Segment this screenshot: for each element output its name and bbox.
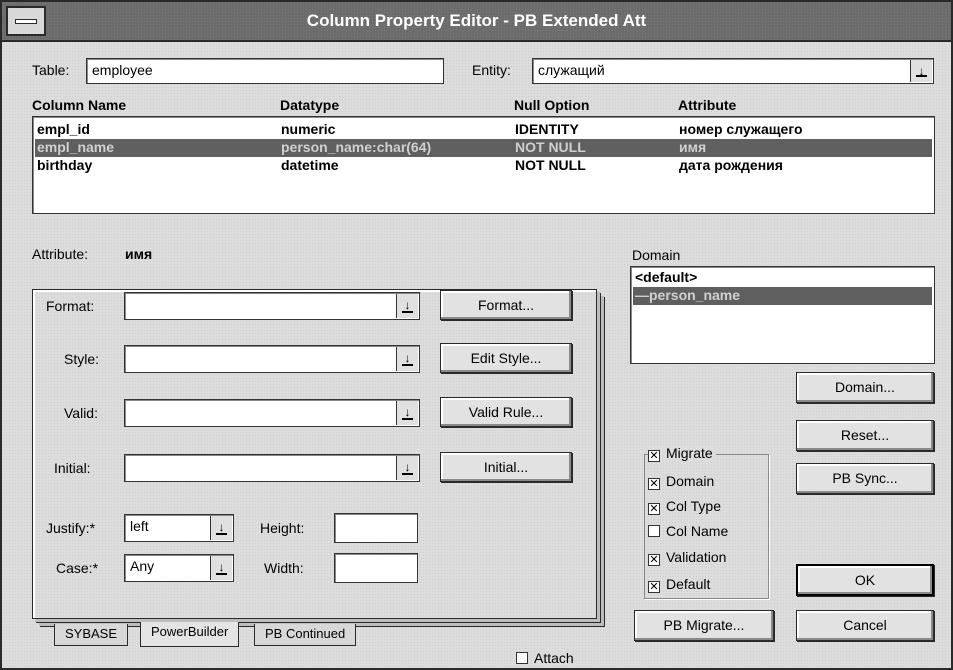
format-label: Format: [46, 298, 95, 314]
table-row-selected[interactable]: empl_name person_name:char(64) NOT NULL … [35, 139, 932, 157]
header-column-name[interactable]: Column Name [32, 97, 126, 113]
case-label: Case:* [56, 560, 99, 576]
attach-checkbox[interactable]: Attach [516, 650, 574, 666]
domain-list[interactable]: <default> —person_name [630, 266, 935, 364]
domain-label: Domain [632, 247, 681, 263]
domain-button[interactable]: Domain... [796, 372, 934, 403]
checkbox-checked-icon: ✕ [648, 503, 660, 515]
height-input[interactable] [334, 513, 418, 543]
dialog-window: Column Property Editor - PB Extended Att… [0, 0, 953, 670]
title-bar[interactable]: Column Property Editor - PB Extended Att [2, 2, 951, 42]
checkbox-checked-icon: ✕ [648, 581, 660, 593]
tab-sybase[interactable]: SYBASE [54, 624, 129, 646]
cell-column-name: empl_name [37, 139, 115, 155]
header-datatype[interactable]: Datatype [280, 97, 339, 113]
window-title: Column Property Editor - PB Extended Att [306, 11, 647, 30]
entity-label: Entity: [472, 62, 511, 78]
valid-rule-button[interactable]: Valid Rule... [440, 397, 572, 427]
format-button[interactable]: Format... [440, 290, 572, 320]
dropdown-arrow-icon[interactable]: ↓ [910, 60, 932, 82]
list-item-selected[interactable]: —person_name [633, 287, 932, 305]
cell-attribute: имя [679, 139, 707, 155]
cell-column-name: birthday [37, 157, 93, 173]
checkbox-checked-icon: ✕ [648, 554, 660, 566]
checkbox-checked-icon: ✕ [648, 450, 660, 462]
dropdown-arrow-icon[interactable]: ↓ [210, 556, 232, 580]
valid-dropdown[interactable]: ↓ [124, 399, 420, 427]
initial-label: Initial: [54, 460, 91, 476]
dropdown-arrow-icon[interactable]: ↓ [210, 516, 232, 540]
justify-dropdown[interactable]: left ↓ [124, 514, 234, 542]
cell-datatype: numeric [281, 121, 336, 137]
cell-column-name: empl_id [37, 121, 90, 137]
validation-checkbox[interactable]: ✕ Validation [648, 549, 726, 566]
attribute-value: имя [125, 246, 153, 262]
migrate-checkbox[interactable]: ✕ Migrate [648, 445, 716, 462]
header-attribute[interactable]: Attribute [678, 97, 736, 113]
checkbox-unchecked-icon [516, 652, 528, 664]
case-dropdown[interactable]: Any ↓ [124, 554, 234, 582]
style-dropdown[interactable]: ↓ [124, 345, 420, 373]
case-value: Any [130, 558, 155, 574]
table-row[interactable]: empl_id numeric IDENTITY номер служащего [35, 121, 932, 139]
columns-list[interactable]: empl_id numeric IDENTITY номер служащего… [32, 116, 935, 214]
justify-value: left [130, 518, 149, 534]
initial-dropdown[interactable]: ↓ [124, 454, 420, 482]
justify-label: Justify:* [46, 520, 96, 536]
cell-datatype: person_name:char(64) [281, 139, 432, 155]
ok-button[interactable]: OK [796, 564, 934, 596]
table-input[interactable]: employee [86, 58, 444, 84]
dropdown-arrow-icon[interactable]: ↓ [396, 401, 418, 425]
table-label: Table: [32, 62, 70, 78]
checkbox-checked-icon: ✕ [648, 478, 660, 490]
cell-datatype: datetime [281, 157, 339, 173]
pb-sync-button[interactable]: PB Sync... [796, 463, 934, 494]
tab-pb-continued[interactable]: PB Continued [254, 624, 357, 646]
entity-dropdown[interactable]: служащий ↓ [532, 58, 934, 84]
height-label: Height: [260, 520, 305, 536]
cell-attribute: номер служащего [679, 121, 803, 137]
valid-label: Valid: [64, 405, 98, 421]
entity-value: служащий [538, 62, 605, 78]
domain-checkbox[interactable]: ✕ Domain [648, 473, 714, 490]
cancel-button[interactable]: Cancel [796, 610, 934, 641]
col-name-checkbox[interactable]: Col Name [648, 523, 728, 539]
header-null-option[interactable]: Null Option [514, 97, 589, 113]
pb-migrate-button[interactable]: PB Migrate... [634, 610, 774, 641]
width-label: Width: [264, 560, 304, 576]
cell-null-option: NOT NULL [515, 139, 586, 155]
list-item[interactable]: <default> [633, 269, 932, 287]
tab-powerbuilder[interactable]: PowerBuilder [140, 622, 240, 647]
default-checkbox[interactable]: ✕ Default [648, 576, 710, 593]
cell-null-option: IDENTITY [515, 121, 579, 137]
style-label: Style: [64, 351, 100, 367]
edit-style-button[interactable]: Edit Style... [440, 343, 572, 373]
reset-button[interactable]: Reset... [796, 420, 934, 451]
cell-attribute: дата рождения [679, 157, 783, 173]
table-row[interactable]: birthday datetime NOT NULL дата рождения [35, 157, 932, 175]
dropdown-arrow-icon[interactable]: ↓ [396, 347, 418, 371]
dropdown-arrow-icon[interactable]: ↓ [396, 456, 418, 480]
checkbox-unchecked-icon [648, 525, 660, 537]
cell-null-option: NOT NULL [515, 157, 586, 173]
dropdown-arrow-icon[interactable]: ↓ [396, 294, 418, 318]
width-input[interactable] [334, 553, 418, 583]
format-dropdown[interactable]: ↓ [124, 292, 420, 320]
col-type-checkbox[interactable]: ✕ Col Type [648, 498, 721, 515]
initial-button[interactable]: Initial... [440, 452, 572, 482]
attribute-label: Attribute: [32, 246, 89, 262]
